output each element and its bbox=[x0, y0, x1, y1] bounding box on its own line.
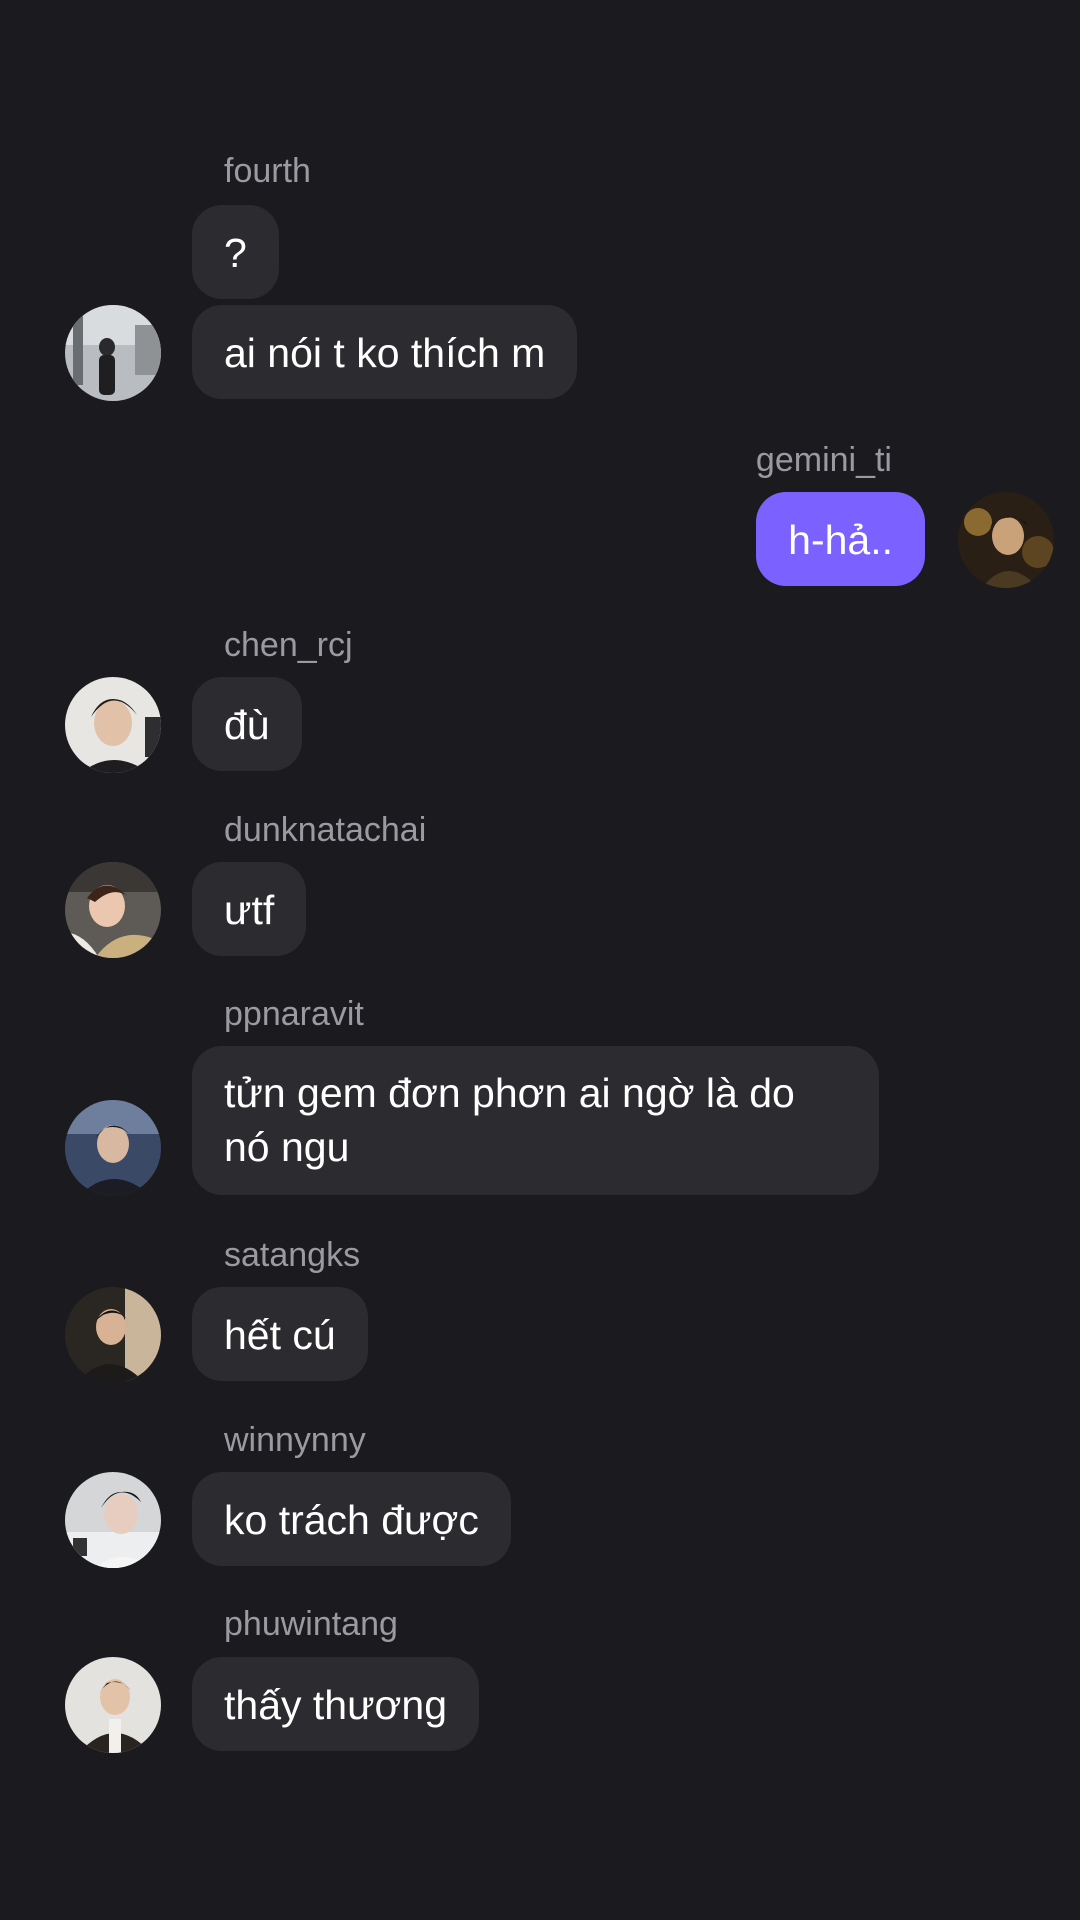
sender-name-dunknatachai: dunknatachai bbox=[224, 811, 427, 849]
avatar-ppnaravit[interactable] bbox=[65, 1100, 161, 1196]
avatar-dunknatachai[interactable] bbox=[65, 862, 161, 958]
sender-name-satangks: satangks bbox=[224, 1236, 361, 1274]
message-bubble[interactable]: hết cú bbox=[192, 1287, 368, 1381]
message-bubble[interactable]: thấy thương bbox=[192, 1657, 480, 1751]
message-bubble[interactable]: tửn gem đơn phơn ai ngờ là do nó ngu bbox=[192, 1046, 879, 1195]
message-bubble[interactable]: đù bbox=[192, 677, 302, 771]
message-bubble[interactable]: ko trách được bbox=[192, 1472, 511, 1566]
avatar-fourth-image bbox=[65, 305, 161, 401]
message-bubble[interactable]: ưtf bbox=[192, 862, 307, 956]
sender-name-winnynny: winnynny bbox=[224, 1421, 366, 1459]
avatar-chen-rcj[interactable] bbox=[65, 677, 161, 773]
sender-name-chen-rcj: chen_rcj bbox=[224, 626, 353, 664]
message-bubble[interactable]: ai nói t ko thích m bbox=[192, 305, 578, 399]
message-bubble[interactable]: ? bbox=[192, 205, 279, 299]
avatar-ppnaravit-image bbox=[65, 1100, 161, 1196]
avatar-winnynny-image bbox=[65, 1472, 161, 1568]
avatar-phuwintang-image bbox=[65, 1657, 161, 1753]
avatar-satangks-image bbox=[65, 1287, 161, 1383]
avatar-phuwintang[interactable] bbox=[65, 1657, 161, 1753]
avatar-gemini-ti-image bbox=[958, 492, 1054, 588]
avatar-fourth[interactable] bbox=[65, 305, 161, 401]
avatar-chen-rcj-image bbox=[65, 677, 161, 773]
sender-name-gemini-ti: gemini_ti bbox=[755, 441, 892, 479]
avatar-satangks[interactable] bbox=[65, 1287, 161, 1383]
avatar-gemini-ti[interactable] bbox=[958, 492, 1054, 588]
message-bubble-mine[interactable]: h-hả.. bbox=[756, 492, 925, 586]
sender-name-fourth: fourth bbox=[224, 152, 311, 190]
sender-name-ppnaravit: ppnaravit bbox=[224, 995, 364, 1033]
avatar-winnynny[interactable] bbox=[65, 1472, 161, 1568]
avatar-dunknatachai-image bbox=[65, 862, 161, 958]
sender-name-phuwintang: phuwintang bbox=[224, 1605, 398, 1643]
